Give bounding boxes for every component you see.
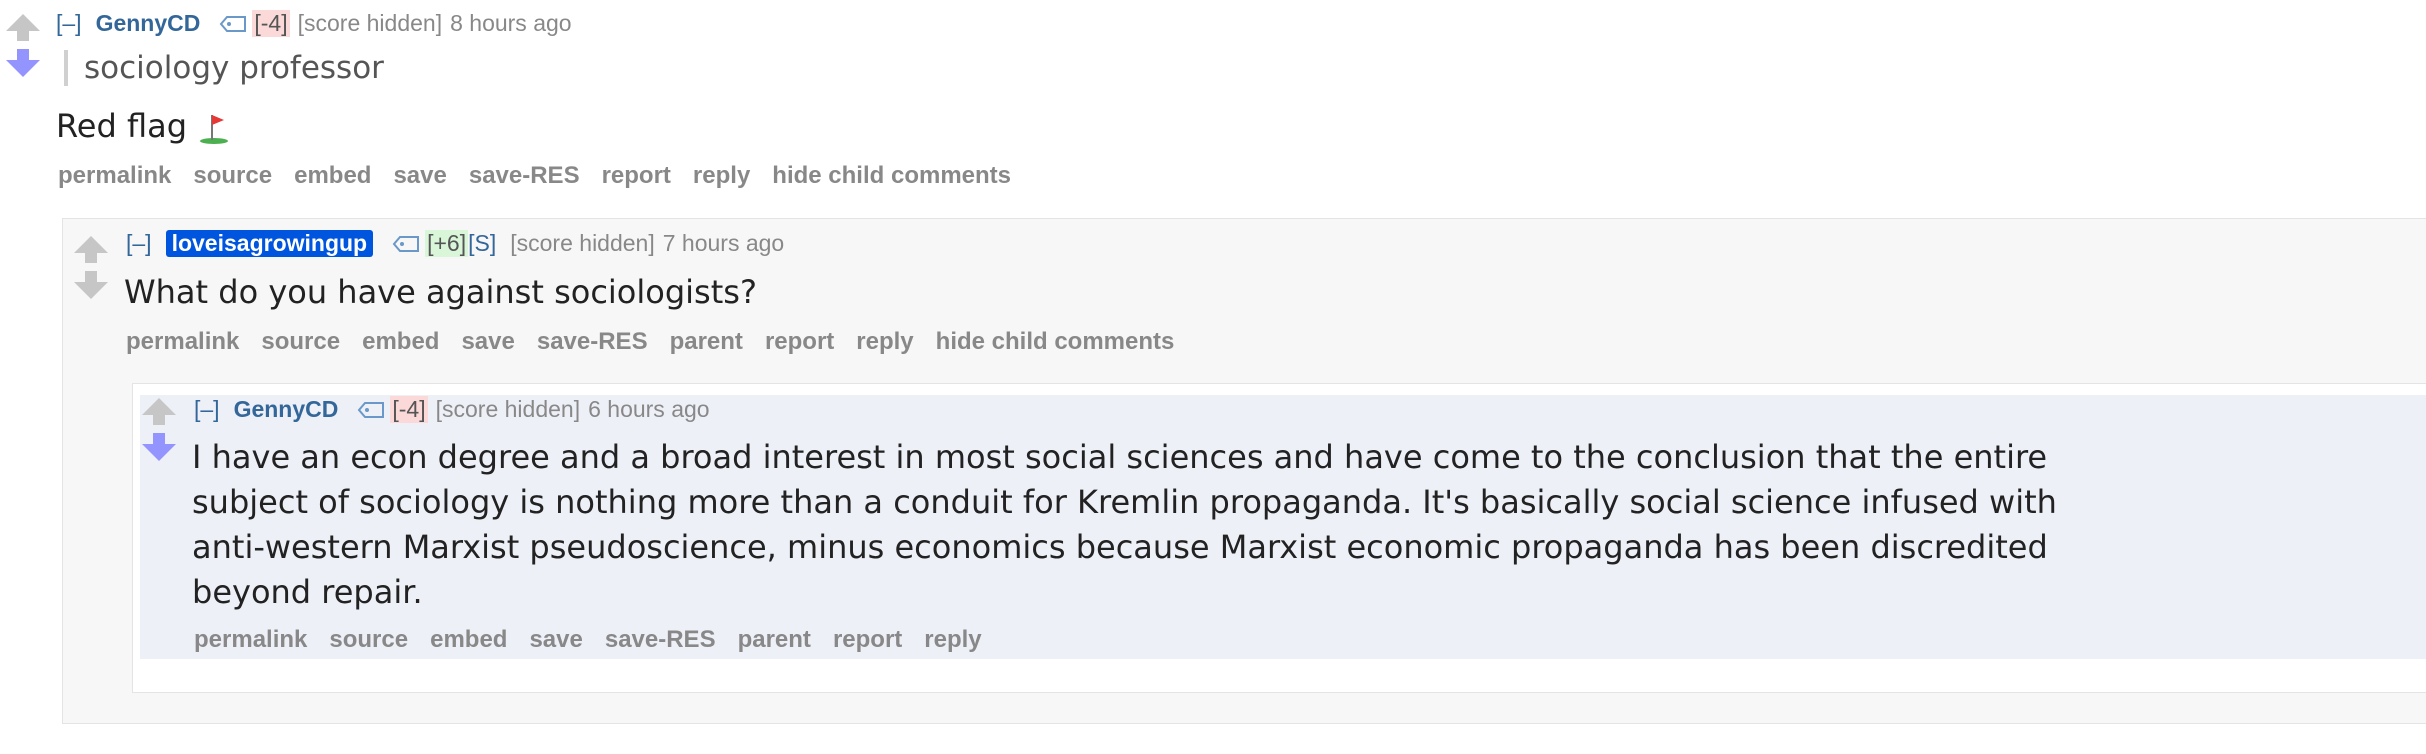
timestamp: 7 hours ago — [662, 230, 785, 256]
golf-flag-icon — [200, 115, 229, 144]
upvote-arrow-icon[interactable] — [142, 398, 176, 425]
vote-arrows — [6, 14, 40, 77]
comment-body: What do you have against sociologists? — [124, 273, 757, 311]
downvote-arrow-icon[interactable] — [6, 49, 40, 77]
comment-actions: permalink source embed save save-RES par… — [194, 626, 982, 654]
comment-body: I have an econ degree and a broad intere… — [192, 435, 2057, 615]
comment-actions: permalink source embed save save-RES par… — [126, 328, 1174, 356]
save-res-button[interactable]: save-RES — [605, 626, 716, 654]
tag-icon[interactable] — [356, 401, 386, 419]
save-res-button[interactable]: save-RES — [469, 162, 580, 190]
reply-button[interactable]: reply — [924, 626, 981, 654]
comment-actions: permalink source embed save save-RES rep… — [58, 162, 1011, 190]
submitter-badge: [S] — [468, 230, 497, 256]
author-link-submitter[interactable]: loveisagrowingup — [165, 230, 374, 257]
score-hidden: [score hidden] — [435, 396, 581, 422]
comment-tagline: [–] loveisagrowingup [+6] [S] [score hid… — [126, 230, 784, 257]
save-button[interactable]: save — [393, 162, 446, 190]
parent-button[interactable]: parent — [670, 328, 743, 356]
comment-line: anti-western Marxist pseudoscience, minu… — [192, 528, 2048, 566]
timestamp: 6 hours ago — [588, 396, 710, 422]
score-hidden: [score hidden] — [297, 10, 443, 36]
vote-weight-badge: [+6] — [425, 230, 469, 257]
tag-icon[interactable] — [391, 235, 421, 253]
score-hidden: [score hidden] — [510, 230, 655, 256]
collapse-toggle[interactable]: [–] — [56, 10, 82, 37]
user-flair: sociology professor — [64, 50, 384, 86]
comment-line: beyond repair. — [192, 573, 423, 611]
comment-tagline: [–] GennyCD [-4] [score hidden] 6 hours … — [194, 396, 710, 423]
downvote-arrow-icon[interactable] — [142, 433, 176, 461]
parent-button[interactable]: parent — [738, 626, 811, 654]
permalink-button[interactable]: permalink — [58, 162, 171, 190]
reply-button[interactable]: reply — [856, 328, 913, 356]
comment-line: I have an econ degree and a broad intere… — [192, 438, 2048, 476]
embed-button[interactable]: embed — [362, 328, 439, 356]
author-link[interactable]: GennyCD — [96, 10, 201, 37]
embed-button[interactable]: embed — [430, 626, 507, 654]
hide-child-comments-button[interactable]: hide child comments — [772, 162, 1011, 190]
embed-button[interactable]: embed — [294, 162, 371, 190]
comment-body: Red flag — [56, 104, 231, 149]
vote-weight-badge: [-4] — [390, 396, 428, 423]
comment-text: Red flag — [56, 107, 188, 145]
author-link[interactable]: GennyCD — [234, 396, 339, 423]
permalink-button[interactable]: permalink — [194, 626, 307, 654]
comment-line: subject of sociology is nothing more tha… — [192, 483, 2057, 521]
downvote-arrow-icon[interactable] — [74, 271, 108, 299]
collapse-toggle[interactable]: [–] — [194, 396, 220, 423]
source-button[interactable]: source — [193, 162, 272, 190]
vote-weight-badge: [-4] — [252, 10, 290, 37]
save-button[interactable]: save — [529, 626, 582, 654]
vote-arrows — [74, 236, 108, 299]
upvote-arrow-icon[interactable] — [74, 236, 108, 263]
vote-arrows — [142, 398, 176, 461]
report-button[interactable]: report — [833, 626, 902, 654]
comment-tagline: [–] GennyCD [-4] [score hidden] 8 hours … — [56, 10, 572, 37]
save-button[interactable]: save — [461, 328, 514, 356]
hide-child-comments-button[interactable]: hide child comments — [936, 328, 1175, 356]
collapse-toggle[interactable]: [–] — [126, 230, 152, 257]
report-button[interactable]: report — [602, 162, 671, 190]
timestamp: 8 hours ago — [450, 10, 572, 36]
source-button[interactable]: source — [261, 328, 340, 356]
upvote-arrow-icon[interactable] — [6, 14, 40, 41]
tag-icon[interactable] — [218, 15, 248, 33]
save-res-button[interactable]: save-RES — [537, 328, 648, 356]
permalink-button[interactable]: permalink — [126, 328, 239, 356]
reply-button[interactable]: reply — [693, 162, 750, 190]
report-button[interactable]: report — [765, 328, 834, 356]
source-button[interactable]: source — [329, 626, 408, 654]
